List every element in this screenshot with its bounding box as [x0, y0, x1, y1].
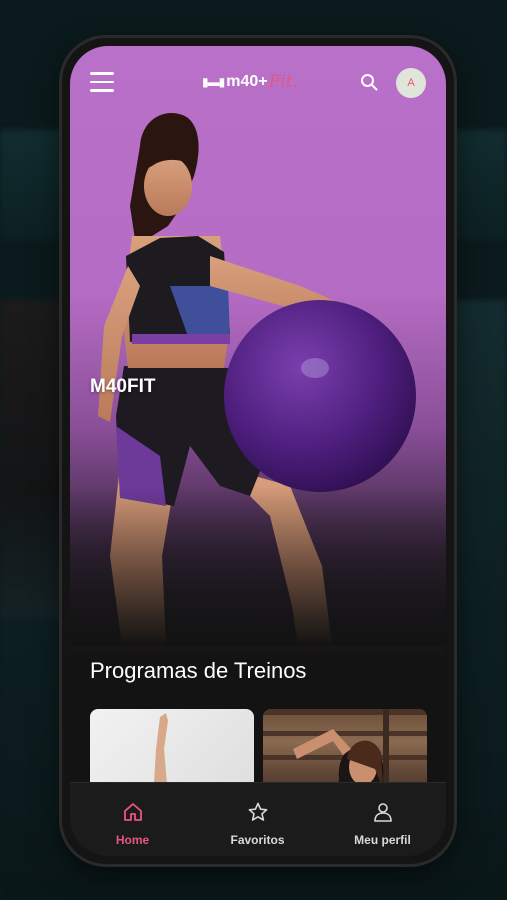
- app-logo[interactable]: ▮▬▮ m40+ Fit.: [202, 70, 298, 94]
- nav-label-meu-perfil: Meu perfil: [354, 833, 411, 847]
- hero-title: M40FIT: [90, 376, 156, 397]
- star-icon: [248, 802, 268, 821]
- app-screen: ▮▬▮ m40+ Fit. A M40FIT Programas de Trei…: [70, 46, 446, 856]
- nav-item-home[interactable]: Home: [70, 783, 195, 856]
- nav-item-favoritos[interactable]: Favoritos: [195, 783, 320, 856]
- logo-main-text: m40+: [226, 73, 268, 90]
- avatar[interactable]: A: [396, 68, 426, 98]
- search-icon[interactable]: [360, 73, 378, 91]
- background-panel: [0, 130, 70, 240]
- top-app-bar: ▮▬▮ m40+ Fit. A: [70, 46, 446, 120]
- hero-banner[interactable]: ▮▬▮ m40+ Fit. A M40FIT: [70, 46, 446, 661]
- nav-label-favoritos: Favoritos: [230, 833, 285, 847]
- hamburger-menu-icon[interactable]: [90, 72, 114, 92]
- phone-frame: ▮▬▮ m40+ Fit. A M40FIT Programas de Trei…: [62, 38, 454, 864]
- logo-fit-text: Fit.: [268, 72, 299, 92]
- nav-label-home: Home: [115, 833, 150, 847]
- hero-image: [70, 113, 446, 646]
- home-icon: [124, 803, 142, 821]
- section-title-programs: Programas de Treinos: [90, 658, 307, 683]
- user-icon: [374, 803, 392, 822]
- bottom-navigation: Home Favoritos Meu perfil: [70, 782, 446, 856]
- background-panel: [0, 300, 70, 620]
- nav-item-meu-perfil[interactable]: Meu perfil: [320, 783, 445, 856]
- dumbbell-icon: ▮▬▮: [202, 75, 225, 89]
